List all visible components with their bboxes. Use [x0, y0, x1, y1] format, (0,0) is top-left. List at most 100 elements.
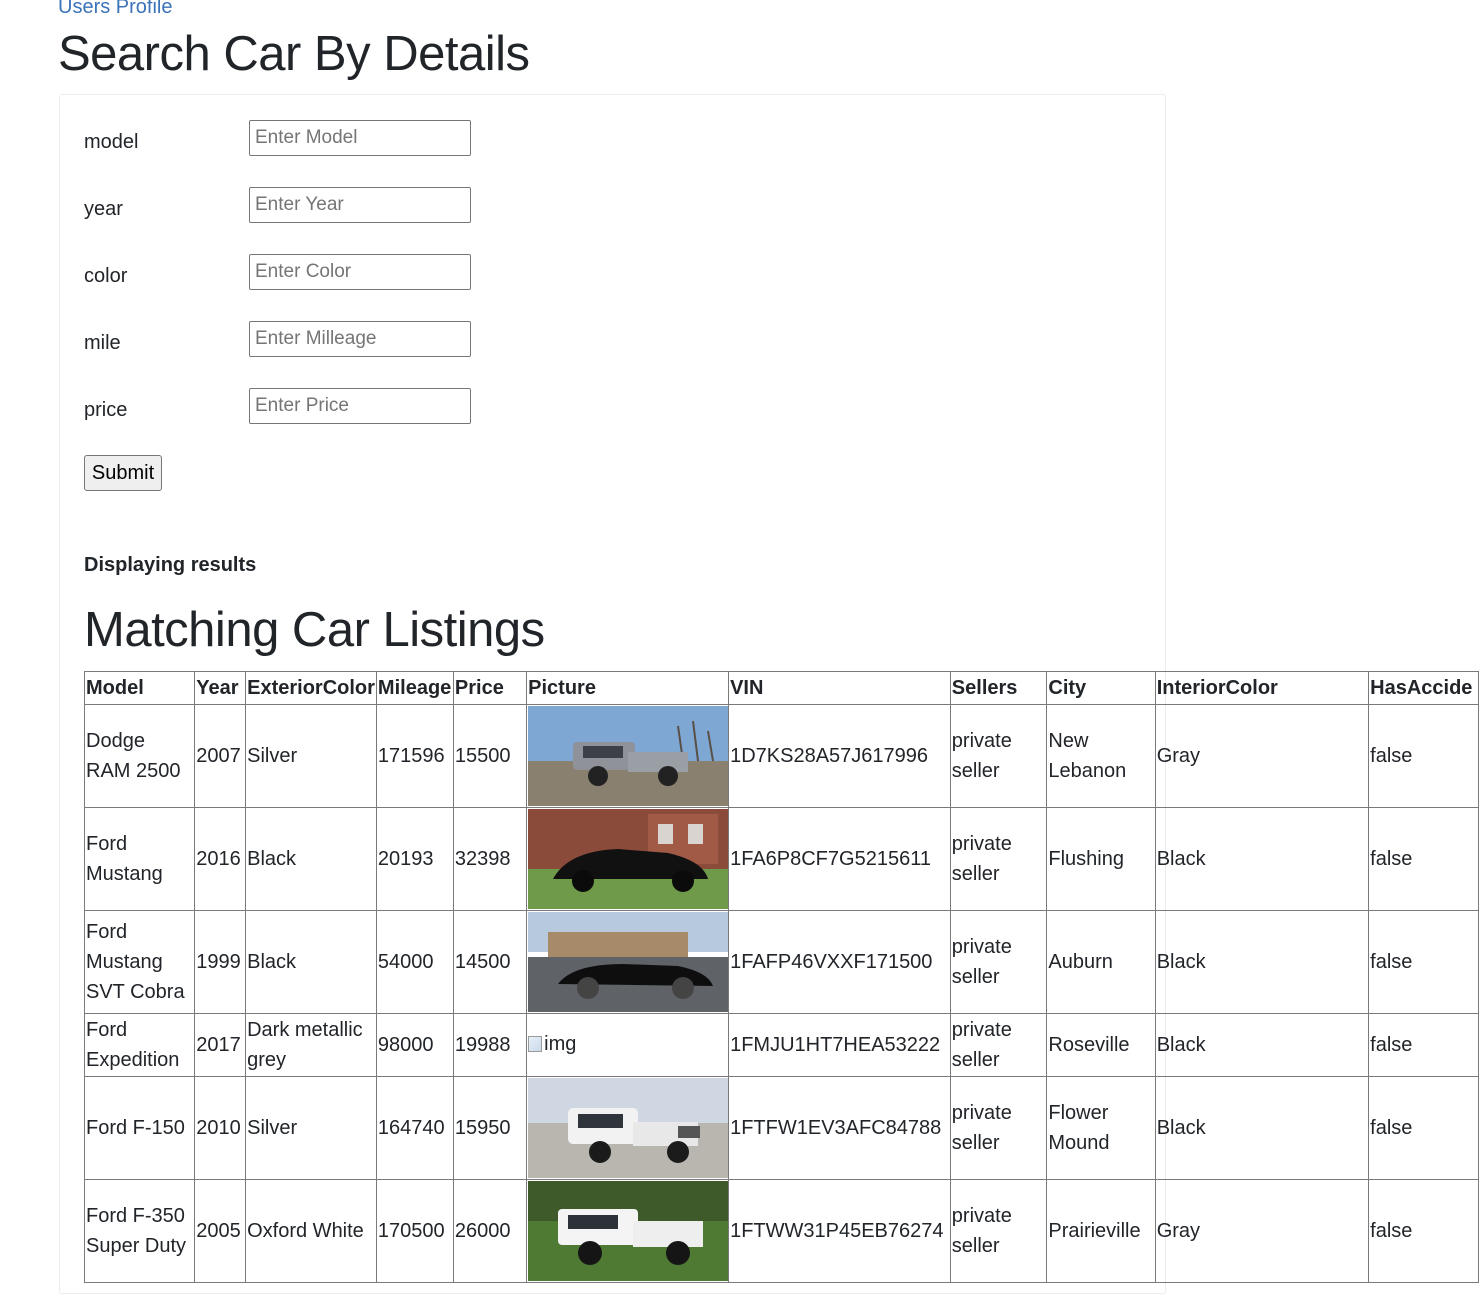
model-label: model — [84, 131, 139, 153]
cell-has-accident: false — [1368, 1013, 1479, 1077]
cell-interior-color: Black — [1154, 1013, 1370, 1077]
results-table: Model Year ExteriorColor Mileage Price P… — [83, 671, 1479, 1283]
column-header-price: Price — [452, 671, 528, 705]
users-profile-link[interactable]: Users Profile — [58, 0, 172, 19]
broken-image-icon — [528, 1036, 543, 1052]
cell-has-accident: false — [1368, 704, 1479, 808]
cell-picture — [526, 807, 730, 911]
cell-has-accident: false — [1368, 910, 1479, 1014]
year-input[interactable] — [249, 187, 471, 223]
cell-interior-color: Gray — [1154, 1179, 1370, 1283]
table-row: Ford Mustang SVT Cobra 1999 Black 54000 … — [83, 910, 1479, 1014]
cell-model: Ford F-350 Super Duty — [83, 1179, 196, 1283]
cell-picture: img — [526, 1013, 730, 1077]
broken-image: img — [528, 1029, 576, 1059]
cell-exterior-color: Silver — [245, 704, 377, 808]
cell-seller: private seller — [949, 1179, 1048, 1283]
cell-model: Ford Mustang — [83, 807, 196, 911]
cell-city: Roseville — [1046, 1013, 1156, 1077]
cell-model: Dodge RAM 2500 — [83, 704, 196, 808]
car-photo — [527, 1078, 728, 1178]
column-header-interior-color: InteriorColor — [1154, 671, 1370, 705]
car-photo — [527, 1181, 728, 1281]
cell-seller: private seller — [949, 1013, 1048, 1077]
cell-vin: 1D7KS28A57J617996 — [728, 704, 951, 808]
cell-seller: private seller — [949, 704, 1048, 808]
cell-picture — [526, 910, 730, 1014]
cell-exterior-color: Oxford White — [245, 1179, 377, 1283]
cell-picture — [526, 1179, 730, 1283]
column-header-vin: VIN — [728, 671, 951, 705]
table-row: Ford Expedition 2017 Dark metallic grey … — [83, 1013, 1479, 1077]
cell-vin: 1FMJU1HT7HEA53222 — [728, 1013, 951, 1077]
cell-vin: 1FAFP46VXXF171500 — [728, 910, 951, 1014]
cell-picture — [526, 1076, 730, 1180]
column-header-city: City — [1046, 671, 1156, 705]
cell-mileage: 164740 — [375, 1076, 454, 1180]
cell-seller: private seller — [949, 910, 1048, 1014]
cell-year: 2007 — [194, 704, 247, 808]
cell-mileage: 54000 — [375, 910, 454, 1014]
cell-city: New Lebanon — [1046, 704, 1156, 808]
cell-has-accident: false — [1368, 807, 1479, 911]
cell-year: 2005 — [194, 1179, 247, 1283]
cell-mileage: 171596 — [375, 704, 454, 808]
cell-has-accident: false — [1368, 1179, 1479, 1283]
column-header-mileage: Mileage — [375, 671, 454, 705]
column-header-has-accident: HasAccide — [1368, 671, 1479, 705]
cell-year: 2017 — [194, 1013, 247, 1077]
cell-model: Ford F-150 — [83, 1076, 196, 1180]
table-header-row: Model Year ExteriorColor Mileage Price P… — [83, 671, 1479, 705]
price-input[interactable] — [249, 388, 471, 424]
cell-exterior-color: Silver — [245, 1076, 377, 1180]
table-row: Ford F-350 Super Duty 2005 Oxford White … — [83, 1179, 1479, 1283]
cell-mileage: 20193 — [375, 807, 454, 911]
image-alt-text: img — [544, 1033, 577, 1055]
cell-interior-color: Gray — [1154, 704, 1370, 808]
cell-year: 2016 — [194, 807, 247, 911]
cell-model: Ford Mustang SVT Cobra — [83, 910, 196, 1014]
table-row: Ford F-150 2010 Silver 164740 15950 1FTF… — [83, 1076, 1479, 1180]
cell-vin: 1FTFW1EV3AFC84788 — [728, 1076, 951, 1180]
cell-city: Prairieville — [1046, 1179, 1156, 1283]
table-row: Ford Mustang 2016 Black 20193 32398 1FA6… — [83, 807, 1479, 911]
cell-price: 26000 — [452, 1179, 528, 1283]
cell-mileage: 170500 — [375, 1179, 454, 1283]
cell-price: 15950 — [452, 1076, 528, 1180]
price-label: price — [84, 399, 128, 421]
cell-interior-color: Black — [1154, 910, 1370, 1014]
year-label: year — [84, 198, 123, 220]
cell-vin: 1FA6P8CF7G5215611 — [728, 807, 951, 911]
car-photo — [527, 809, 728, 909]
color-input[interactable] — [249, 254, 471, 290]
cell-picture — [526, 704, 730, 808]
model-input[interactable] — [249, 120, 471, 156]
submit-button[interactable]: Submit — [84, 455, 162, 491]
cell-mileage: 98000 — [375, 1013, 454, 1077]
cell-seller: private seller — [949, 1076, 1048, 1180]
column-header-picture: Picture — [526, 671, 730, 705]
table-row: Dodge RAM 2500 2007 Silver 171596 15500 … — [83, 704, 1479, 808]
column-header-model: Model — [83, 671, 196, 705]
cell-city: Flower Mound — [1046, 1076, 1156, 1180]
cell-price: 19988 — [452, 1013, 528, 1077]
cell-has-accident: false — [1368, 1076, 1479, 1180]
cell-exterior-color: Black — [245, 910, 377, 1014]
cell-interior-color: Black — [1154, 1076, 1370, 1180]
cell-model: Ford Expedition — [83, 1013, 196, 1077]
car-photo — [527, 912, 728, 1012]
mileage-input[interactable] — [249, 321, 471, 357]
cell-year: 2010 — [194, 1076, 247, 1180]
results-status: Displaying results — [84, 554, 257, 576]
cell-price: 15500 — [452, 704, 528, 808]
cell-year: 1999 — [194, 910, 247, 1014]
mile-label: mile — [84, 332, 121, 354]
page-title: Search Car By Details — [58, 27, 530, 81]
cell-exterior-color: Dark metallic grey — [245, 1013, 377, 1077]
column-header-year: Year — [194, 671, 247, 705]
cell-interior-color: Black — [1154, 807, 1370, 911]
column-header-exterior-color: ExteriorColor — [245, 671, 377, 705]
cell-exterior-color: Black — [245, 807, 377, 911]
cell-city: Flushing — [1046, 807, 1156, 911]
car-photo — [527, 706, 728, 806]
